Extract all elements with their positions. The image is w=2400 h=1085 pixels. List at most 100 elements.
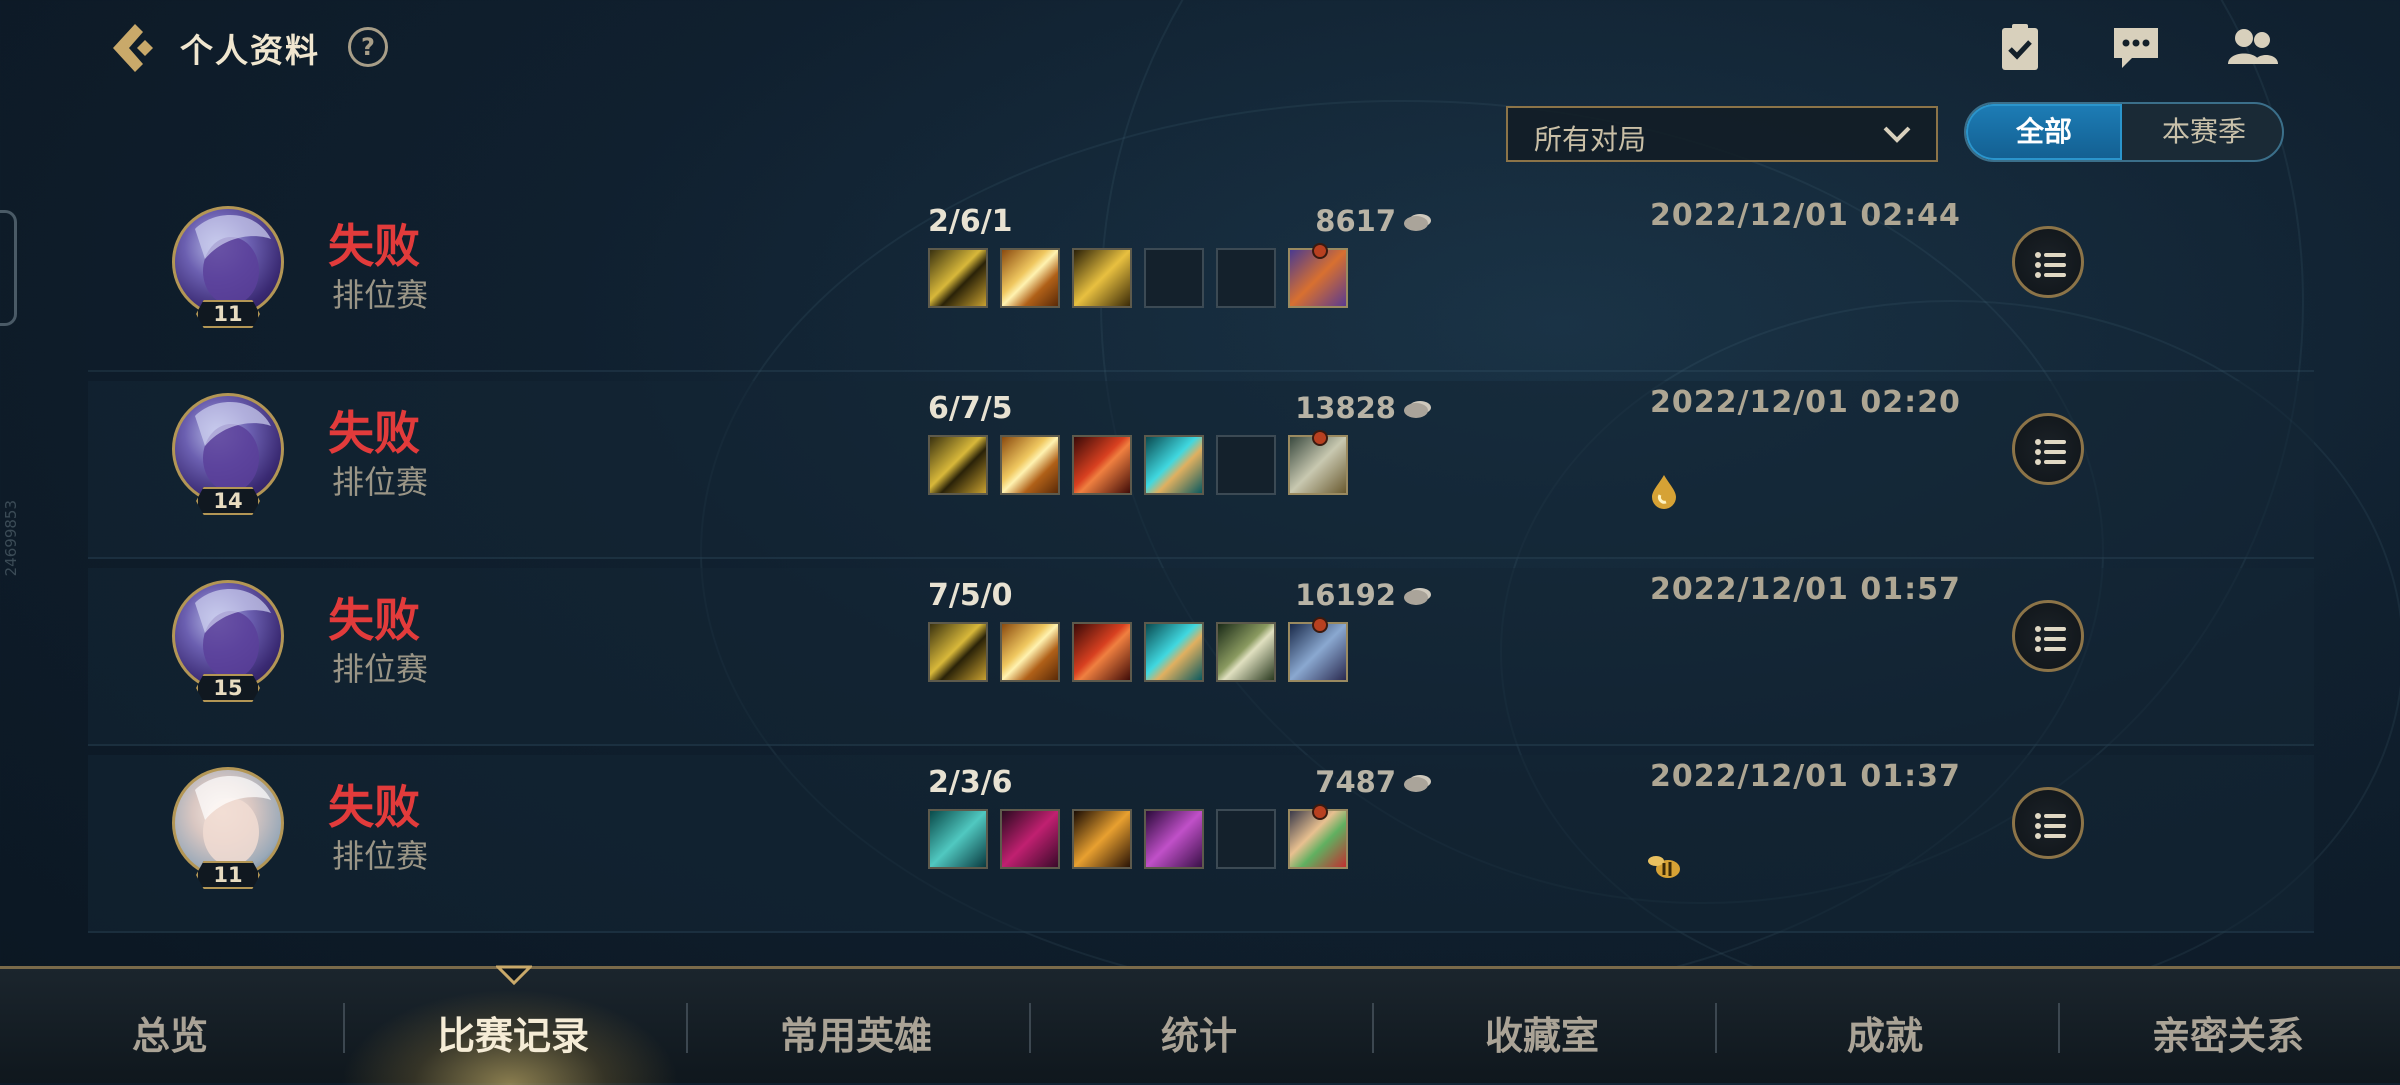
gold-coin-icon [1404, 589, 1428, 605]
gold-value: 16192 [1295, 578, 1396, 612]
gold-value: 13828 [1295, 391, 1396, 425]
friends-icon[interactable] [2224, 22, 2280, 74]
kda-text: 7/5/0 [928, 578, 1013, 613]
tab-all[interactable]: 全部 [1966, 104, 2122, 160]
gold-amount: 8617 [1228, 204, 1428, 238]
help-icon[interactable]: ? [348, 27, 388, 67]
nav-divider [1029, 1003, 1031, 1053]
chevron-down-icon [1883, 126, 1911, 143]
dropdown-value: 所有对局 [1534, 123, 1647, 156]
nav-tab[interactable]: 收藏室 [1372, 1005, 1712, 1060]
list-icon [2035, 813, 2066, 839]
match-mode: 排位赛 [332, 837, 429, 875]
list-icon [2035, 252, 2066, 278]
trinket-marker-icon [1312, 243, 1328, 259]
empty-item-slot[interactable] [1216, 248, 1276, 308]
feather-multi-item-icon[interactable] [1288, 804, 1348, 869]
trinket-blue-item-icon[interactable] [1288, 617, 1348, 682]
orb-purple-item-icon[interactable] [1144, 809, 1204, 869]
blade-red-item-icon[interactable] [1072, 622, 1132, 682]
trinket-marker-icon [1312, 430, 1328, 446]
match-row[interactable]: 15 失败 排位赛 7/5/0 16192 2022/12/01 01:57 [88, 568, 2314, 746]
kda-text: 2/6/1 [928, 204, 1013, 239]
nav-tab[interactable]: 成就 [1715, 1005, 2055, 1060]
back-arrow-icon [113, 24, 153, 72]
nav-divider [1715, 1003, 1717, 1053]
torch-gold-item-icon[interactable] [1072, 809, 1132, 869]
champion-level: 15 [196, 674, 260, 702]
empty-item-slot[interactable] [1144, 248, 1204, 308]
match-filter-dropdown[interactable]: 所有对局 [1506, 106, 1938, 162]
gauntlet-cyan-item-icon[interactable] [1144, 435, 1204, 495]
tab-this-season[interactable]: 本赛季 [2126, 104, 2282, 160]
gold-coin-icon [1404, 776, 1428, 792]
blade-green-item-icon[interactable] [1216, 622, 1276, 682]
nav-divider [343, 1003, 345, 1053]
trinket-marker-icon [1312, 617, 1328, 633]
gold-coin-icon [1404, 215, 1428, 231]
crossbow-gold-item-icon[interactable] [1072, 248, 1132, 308]
champion-level: 11 [196, 861, 260, 889]
blade-red-item-icon[interactable] [1072, 435, 1132, 495]
nav-tab[interactable]: 亲密关系 [2058, 1005, 2398, 1060]
side-id-text: 24699853 [2, 500, 20, 577]
sword-lightning-item-icon[interactable] [1000, 248, 1060, 308]
bee-icon [1648, 856, 1680, 878]
kda-text: 6/7/5 [928, 391, 1013, 426]
list-icon [2035, 439, 2066, 465]
trinket-purple-item-icon[interactable] [1288, 243, 1348, 308]
trinket-marker-icon [1312, 804, 1328, 820]
chat-icon[interactable] [2108, 22, 2164, 74]
sword-lightning-item-icon[interactable] [1000, 435, 1060, 495]
back-button[interactable] [105, 18, 165, 78]
empty-item-slot[interactable] [1216, 809, 1276, 869]
nav-divider [2058, 1003, 2060, 1053]
side-drawer-handle[interactable] [0, 210, 17, 326]
champion-level: 14 [196, 487, 260, 515]
nav-tab[interactable]: 统计 [1029, 1005, 1369, 1060]
match-date: 2022/12/01 01:57 [1650, 572, 1961, 607]
gold-value: 7487 [1315, 765, 1396, 799]
sword-gold-item-icon[interactable] [928, 248, 988, 308]
nav-divider [1372, 1003, 1374, 1053]
empty-item-slot[interactable] [1216, 435, 1276, 495]
match-result: 失败 [328, 406, 420, 460]
match-result: 失败 [328, 219, 420, 273]
match-detail-button[interactable] [2012, 787, 2084, 859]
match-detail-button[interactable] [2012, 226, 2084, 298]
champion-level: 11 [196, 300, 260, 328]
gold-value: 8617 [1315, 204, 1396, 238]
nav-divider [686, 1003, 688, 1053]
staff-cyan-item-icon[interactable] [928, 809, 988, 869]
kda-text: 2/3/6 [928, 765, 1013, 800]
match-row[interactable]: 11 失败 排位赛 2/6/1 8617 2022/12/01 02:44 [88, 194, 2314, 372]
trinket-silver-item-icon[interactable] [1288, 430, 1348, 495]
gauntlet-cyan-item-icon[interactable] [1144, 622, 1204, 682]
armor-magenta-item-icon[interactable] [1000, 809, 1060, 869]
sword-gold-item-icon[interactable] [928, 622, 988, 682]
match-result: 失败 [328, 593, 420, 647]
sword-lightning-item-icon[interactable] [1000, 622, 1060, 682]
match-detail-button[interactable] [2012, 600, 2084, 672]
nav-tab[interactable]: 总览 [0, 1005, 340, 1060]
match-row[interactable]: 11 失败 排位赛 2/3/6 7487 2022/12/01 01:37 [88, 755, 2314, 933]
drop-icon [1652, 475, 1676, 509]
gold-amount: 16192 [1228, 578, 1428, 612]
sword-gold-item-icon[interactable] [928, 435, 988, 495]
match-detail-button[interactable] [2012, 413, 2084, 485]
match-mode: 排位赛 [332, 276, 429, 314]
gold-amount: 7487 [1228, 765, 1428, 799]
active-tab-marker-icon [496, 965, 532, 985]
list-icon [2035, 626, 2066, 652]
season-toggle: 全部 本赛季 [1964, 102, 2284, 162]
checklist-icon[interactable] [1992, 22, 2048, 74]
nav-tab[interactable]: 比赛记录 [343, 1005, 683, 1060]
match-date: 2022/12/01 01:37 [1650, 759, 1961, 794]
match-date: 2022/12/01 02:20 [1650, 385, 1961, 420]
bottom-nav: 总览 比赛记录 常用英雄 统计 收藏室 成就 亲密关系 [0, 965, 2400, 1085]
match-mode: 排位赛 [332, 650, 429, 688]
match-result: 失败 [328, 780, 420, 834]
match-row[interactable]: 14 失败 排位赛 6/7/5 13828 2022/12/01 02:20 [88, 381, 2314, 559]
gold-coin-icon [1404, 402, 1428, 418]
nav-tab[interactable]: 常用英雄 [686, 1005, 1026, 1060]
